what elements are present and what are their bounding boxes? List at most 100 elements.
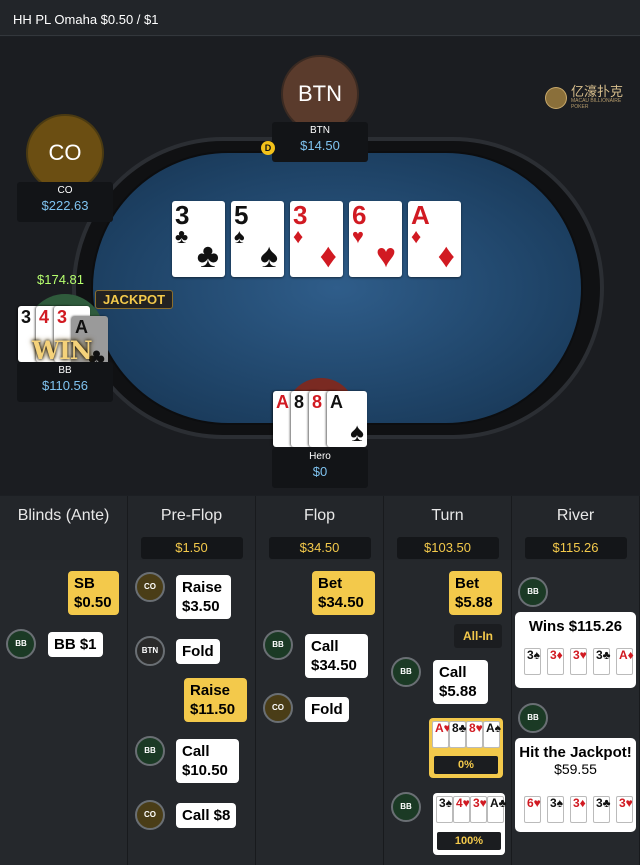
action-amount: $5.88	[439, 683, 477, 700]
mini-card: 3♦	[570, 796, 587, 823]
diamond-icon: ♦	[293, 226, 304, 248]
seat-btn-nameplate: BTN $14.50	[272, 122, 368, 162]
seat-hero-nameplate: Hero $0	[272, 448, 368, 488]
equity-percent: 100%	[437, 832, 501, 850]
seat-co-stack: $222.63	[41, 198, 89, 213]
street-name: Flop	[303, 507, 336, 524]
street-name: River	[556, 507, 595, 524]
mini-card: 3♥	[570, 648, 587, 675]
action-label: Raise	[182, 579, 223, 596]
seat-bb-nameplate: BB $110.56	[17, 362, 113, 402]
spade-icon: ♠	[259, 237, 278, 275]
mini-card: 4♥	[453, 796, 470, 823]
action-label: Call	[311, 638, 339, 655]
bb-bet-amount: $174.81	[37, 272, 84, 287]
bet-bubble: Bet $5.88	[449, 571, 502, 615]
mini-card: 3♦	[547, 648, 564, 675]
bb-player-chip[interactable]: BB	[518, 577, 548, 607]
co-raise-bubble: Raise $3.50	[176, 575, 231, 619]
action-amount: $3.50	[182, 598, 220, 615]
action-label: Raise	[190, 682, 231, 699]
btn-player-chip[interactable]: BTN	[135, 636, 165, 666]
mini-card: A♠	[483, 721, 502, 748]
brand-logo: 亿濠扑克 MACAU BILLIONAIRE POKER	[545, 85, 640, 110]
bb-player-chip[interactable]: BB	[391, 792, 421, 822]
diamond-icon: ♦	[437, 237, 455, 275]
co-player-chip[interactable]: CO	[135, 800, 165, 830]
bb-player-chip[interactable]: BB	[391, 657, 421, 687]
brand-subtitle: MACAU BILLIONAIRE POKER	[570, 98, 622, 110]
card-rank: 3	[57, 307, 68, 327]
brand-emblem-icon	[545, 86, 567, 109]
board-card-1: 3 ♣ ♣	[172, 201, 225, 277]
bb-player-chip[interactable]: BB	[6, 629, 36, 659]
dealer-button-icon: D	[261, 141, 275, 155]
mini-card: 6♥	[524, 796, 541, 823]
co-player-chip[interactable]: CO	[263, 693, 293, 723]
seat-btn-label: BTN	[298, 81, 342, 106]
card-label: 3♠	[439, 796, 453, 810]
heart-icon: ♥	[375, 237, 396, 275]
street-header-preflop: Pre-Flop $1.50	[128, 496, 256, 560]
seat-co-avatar[interactable]: CO	[26, 114, 104, 192]
bb-call-bubble: Call $10.50	[176, 739, 239, 783]
card-label: A♠	[486, 721, 502, 735]
street-name: Pre-Flop	[160, 507, 223, 524]
bb-turn-hand: 3♠ 4♥ 3♥ A♣ 100%	[433, 793, 507, 855]
street-pot: $34.50	[268, 537, 371, 559]
bb-player-chip[interactable]: BB	[135, 736, 165, 766]
card-rank: 6	[352, 201, 367, 230]
diamond-icon: ♦	[411, 226, 422, 248]
card-rank: 3	[175, 201, 190, 230]
hero-turn-hand: A♥ 8♣ 8♥ A♠ 0%	[429, 718, 503, 778]
heart-icon: ♥	[352, 226, 364, 248]
street-name: Blinds (Ante)	[17, 507, 110, 524]
mini-card: A♥	[432, 721, 451, 748]
mini-card: A♣	[487, 796, 507, 823]
seat-hero-name: Hero	[309, 451, 331, 462]
card-rank: 4	[39, 307, 50, 327]
action-label: SB	[74, 575, 95, 592]
board-card-4: 6 ♥ ♥	[349, 201, 402, 277]
bet-bubble: Bet $34.50	[312, 571, 375, 615]
seat-co-label: CO	[48, 140, 82, 165]
mini-card: 8♣	[449, 721, 467, 748]
hero-hole-card-4: A ♠	[327, 391, 367, 447]
bb-player-chip[interactable]: BB	[518, 703, 548, 733]
bb-player-chip[interactable]: BB	[263, 630, 293, 660]
diamond-icon: ♦	[319, 237, 337, 275]
card-rank: A	[330, 392, 343, 412]
raise-bubble: Raise $11.50	[184, 678, 247, 722]
equity-percent: 0%	[434, 756, 498, 774]
board-card-3: 3 ♦ ♦	[290, 201, 343, 277]
card-label: 3♥	[573, 648, 587, 662]
card-label: 3♥	[619, 796, 633, 810]
jackpot-title: Hit the Jackpot!	[519, 744, 632, 761]
action-label: Call	[439, 664, 467, 681]
game-title: HH PL Omaha $0.50 / $1	[13, 12, 159, 27]
game-title-bar: HH PL Omaha $0.50 / $1	[0, 0, 640, 36]
card-label: 3♠	[527, 648, 541, 662]
all-in-badge: All-In	[454, 624, 502, 648]
seat-co-nameplate: CO $222.63	[17, 182, 113, 222]
seat-bb-stack: $110.56	[41, 378, 89, 393]
action-amount: $0.50	[74, 594, 112, 611]
card-rank: 5	[234, 201, 249, 230]
mini-card: 3♣	[593, 796, 611, 823]
card-rank: A	[75, 317, 88, 337]
action-amount: $10.50	[182, 762, 228, 779]
club-icon: ♣	[175, 226, 189, 248]
mini-card: 8♥	[466, 721, 483, 748]
action-amount: $5.88	[455, 594, 493, 611]
card-rank: 3	[21, 307, 32, 327]
mini-card: 3♠	[436, 796, 453, 823]
co-player-chip[interactable]: CO	[135, 572, 165, 602]
card-label: 8♣	[452, 721, 467, 735]
street-pot: $103.50	[396, 537, 499, 559]
spade-icon: ♠	[234, 226, 245, 248]
bb-call-bubble: Call $5.88	[433, 660, 488, 704]
spade-icon: ♠	[350, 417, 364, 447]
bb-call-bubble: Call $34.50	[305, 634, 368, 678]
mini-card: A♦	[616, 648, 634, 675]
co-fold-bubble: Fold	[305, 697, 349, 722]
